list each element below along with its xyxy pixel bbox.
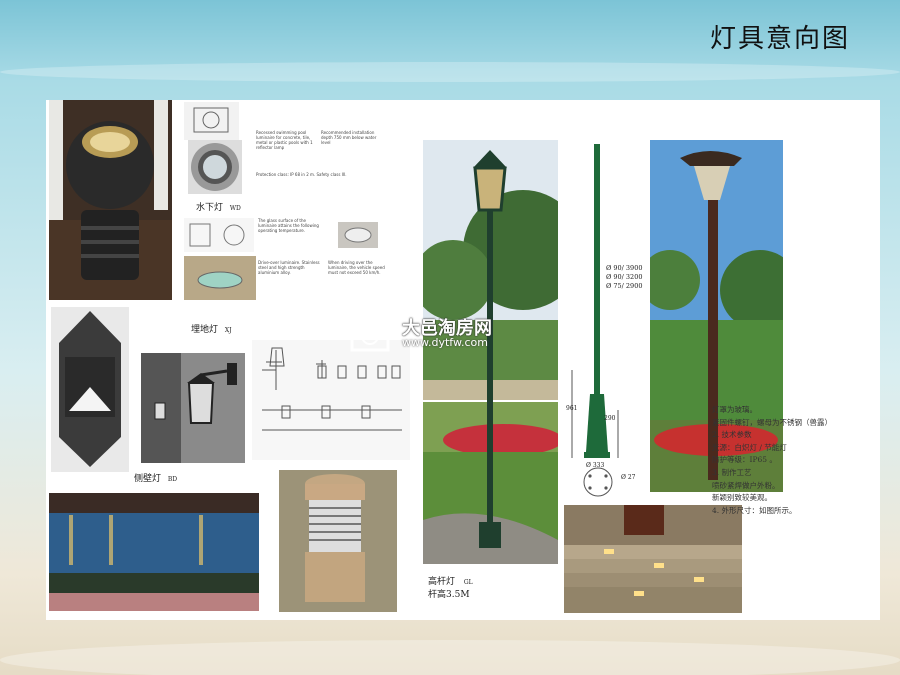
note-line: 防护等级：IP65 。: [712, 455, 777, 465]
lamp-post-photo: [423, 140, 558, 564]
caption-pole-code: GL: [463, 579, 473, 586]
note-line: 3. 制作工艺: [712, 467, 752, 477]
caption-pole-height: 杆高3.5M: [428, 590, 470, 600]
pole-diameter-3: Ø 75/ 2900: [606, 282, 643, 290]
sea-wave-2: [0, 640, 900, 675]
house-logo-icon: [341, 312, 398, 352]
buried-drive-text: Drive-over luminaire. Stainless steel an…: [258, 260, 320, 275]
lamp-spec-notes: 灯罩为玻璃。 紧固件螺钉，螺母为不锈钢（兽露） 2. 技术参数 光源：白炽灯 /…: [712, 404, 832, 517]
underwater-class-text: Protection class: IP 68 in 2 m. Safety c…: [256, 172, 347, 177]
lantern-catalog-sketches: [252, 340, 410, 460]
note-line: 喷砂紧焊做户外粉。: [712, 480, 780, 490]
note-line: 光源：白炽灯 / 节能灯: [712, 442, 787, 452]
note-line: 新颖别致较美观。: [712, 493, 772, 503]
buried-speed-text: When driving over the luminaire, the veh…: [328, 260, 385, 275]
note-line: 灯罩为玻璃。: [712, 405, 757, 414]
caption-buried-label: 埋地灯: [191, 325, 219, 335]
caption-buried: 埋地灯 XJ: [191, 322, 232, 335]
hex-wall-light-photo: [51, 307, 129, 472]
slide-title: 灯具意向图: [709, 24, 850, 54]
caption-pole: 高杆灯 GL 杆高3.5M: [428, 574, 473, 600]
spotlight-photo: [49, 100, 172, 300]
caption-wall-code: BD: [167, 476, 178, 483]
underwater-install-text: Recommended installation depth 750 mm be…: [321, 130, 377, 145]
pole-dimension-drawing: [564, 140, 656, 500]
caption-pole-label: 高杆灯: [428, 577, 456, 587]
collage-board: Recessed swimming pool luminaire for con…: [46, 100, 880, 620]
watermark: 大邑淘房网 www.dytfw.com: [340, 312, 530, 352]
note-line: 2. 技术参数: [712, 430, 752, 440]
caption-wall-label: 侧壁灯: [134, 474, 162, 484]
pole-bolt-diameter: Ø 27: [621, 474, 636, 481]
pole-base-diameter: Ø 333: [586, 462, 605, 469]
pole-diameter-2: Ø 90/ 3200: [606, 273, 643, 281]
note-line: 紧固件螺钉，螺母为不锈钢（兽露）: [712, 417, 832, 427]
underwater-light-photo: [188, 140, 242, 194]
pole-height-2: 290: [604, 415, 616, 422]
underwater-spec-text: Recessed swimming pool luminaire for con…: [256, 130, 313, 150]
caption-underwater-label: 水下灯: [196, 203, 224, 213]
note-line: 4. 外形尺寸：如图所示。: [712, 505, 797, 515]
buried-spec-text: The glass surface of the luminaire attai…: [258, 218, 319, 233]
pole-diameter-1: Ø 90/ 3900: [606, 264, 643, 272]
pole-height-1: 961: [566, 405, 578, 412]
wall-lantern-photo: [141, 353, 245, 463]
underwater-light-drawing: [184, 102, 239, 140]
sea-wave-1: [0, 62, 900, 82]
buried-light-ground-photo: [184, 256, 256, 300]
caption-wall: 侧壁灯 BD: [134, 471, 177, 484]
stair-lights-photo: [564, 505, 742, 613]
buried-light-drawing: [184, 218, 254, 252]
bollard-light-photo: [279, 470, 397, 612]
caption-buried-code: XJ: [224, 327, 232, 334]
caption-underwater-code: WD: [229, 205, 241, 212]
caption-underwater: 水下灯 WD: [196, 200, 241, 213]
pool-night-photo: [49, 493, 259, 611]
watermark-url: www.dytfw.com: [402, 336, 488, 349]
buried-light-photo: [338, 222, 378, 248]
